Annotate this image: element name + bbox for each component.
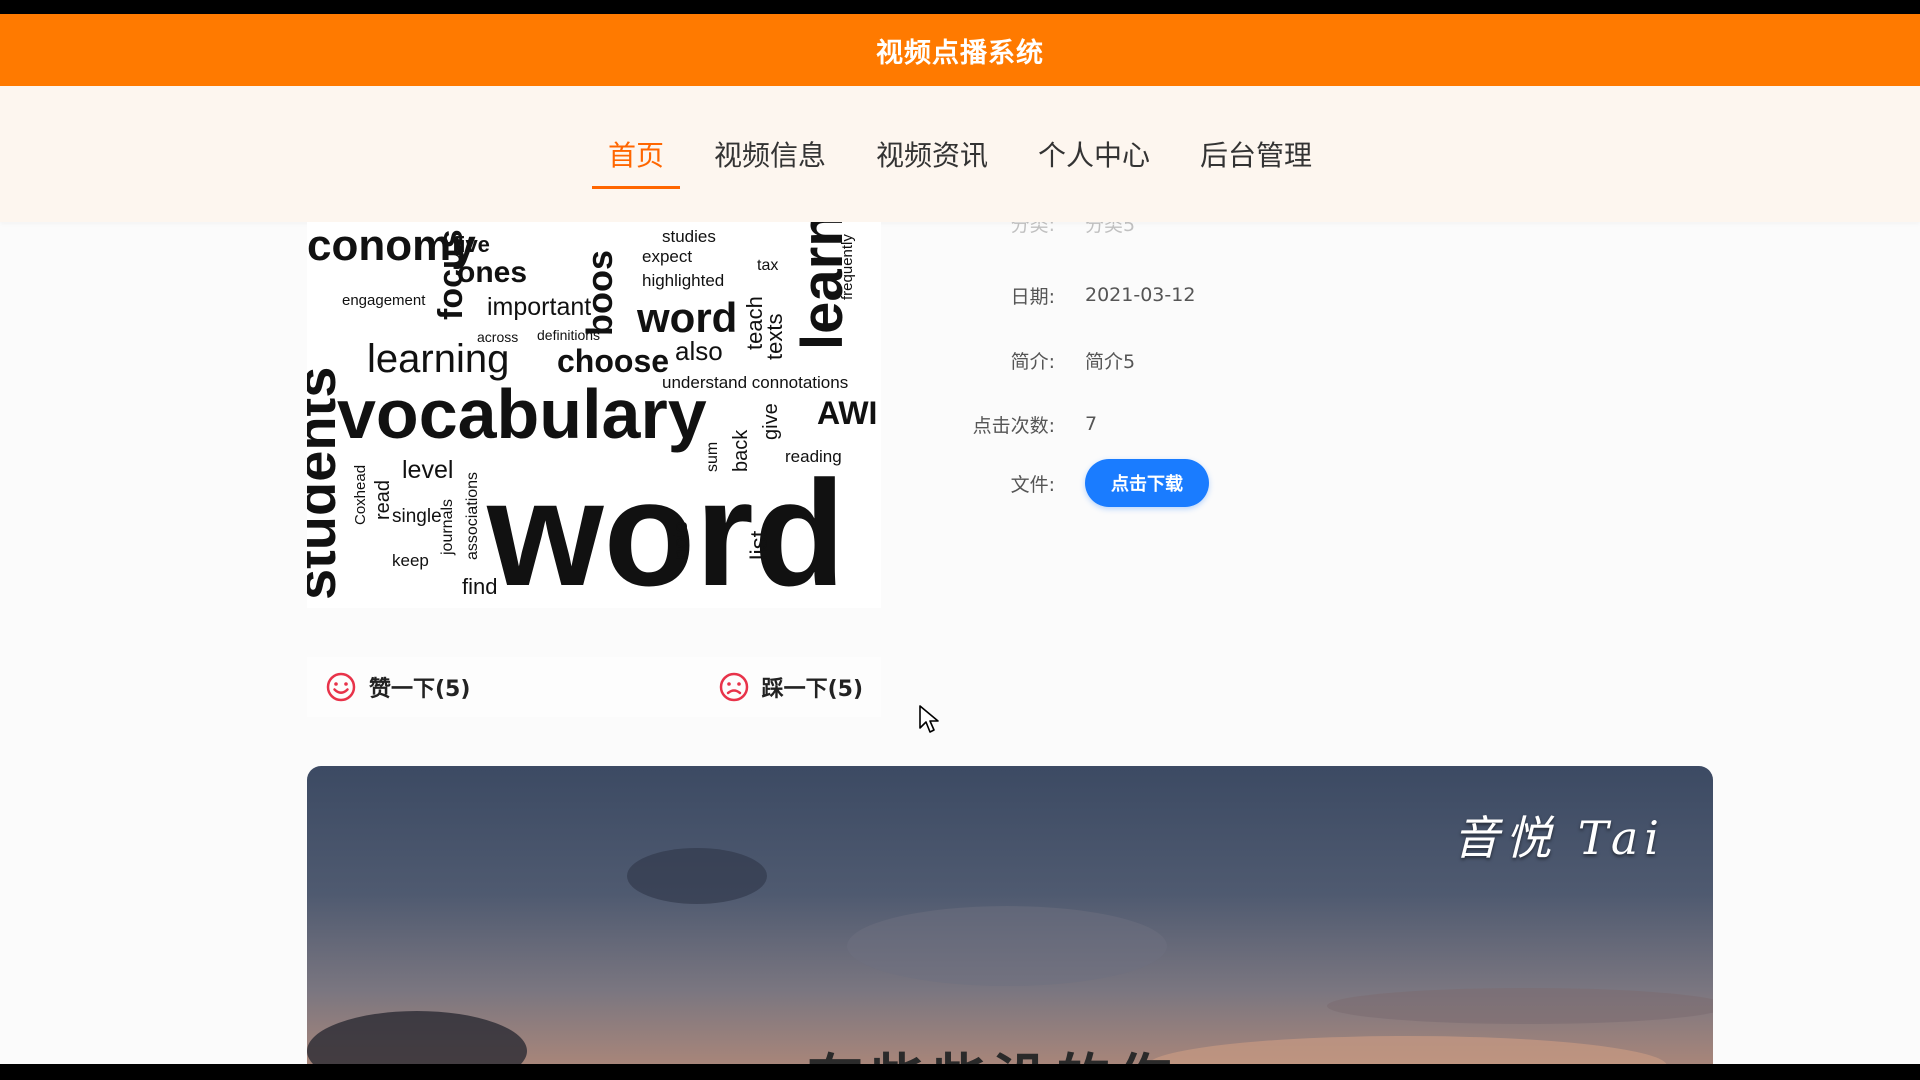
- svg-text:sum: sum: [704, 442, 721, 472]
- like-label: 赞一下(5): [369, 677, 471, 702]
- svg-text:vocabulary: vocabulary: [337, 375, 707, 453]
- category-row: 分类: 分类5: [940, 222, 1540, 238]
- file-row: 文件: 点击下载: [940, 458, 1540, 508]
- svg-text:studies: studies: [662, 227, 716, 246]
- dislike-label: 踩一下(5): [761, 677, 863, 702]
- browser-viewport: 视频点播系统 首页 视频信息 视频资讯 个人中心 后台管理 conomy fiv…: [0, 14, 1920, 1064]
- video-watermark: 音悦 Tai: [1453, 811, 1665, 865]
- svg-text:keep: keep: [392, 551, 429, 570]
- site-title: 视频点播系统: [876, 37, 1044, 69]
- svg-text:expect: expect: [642, 247, 692, 266]
- svg-text:journals: journals: [439, 499, 456, 556]
- mouse-cursor-icon: [919, 705, 939, 733]
- reaction-bar: 赞一下(5) 踩一下(5): [307, 657, 881, 717]
- svg-text:important: important: [487, 293, 591, 321]
- download-button[interactable]: 点击下载: [1085, 459, 1209, 507]
- svg-text:back: back: [730, 429, 752, 472]
- intro-value: 简介5: [1085, 350, 1136, 373]
- svg-text:associations: associations: [464, 472, 481, 560]
- svg-text:frequently: frequently: [839, 234, 856, 300]
- like-button[interactable]: 赞一下(5): [325, 671, 470, 703]
- file-label: 文件:: [1010, 473, 1055, 496]
- svg-text:read: read: [372, 480, 394, 520]
- nav-item-admin[interactable]: 后台管理: [1184, 120, 1328, 189]
- date-row: 日期: 2021-03-12: [940, 280, 1540, 310]
- video-subtitle: 有些些没的伤: [807, 1036, 1179, 1064]
- svg-text:Coxhead: Coxhead: [352, 465, 369, 525]
- svg-text:level: level: [402, 456, 453, 484]
- smile-icon: [326, 672, 356, 702]
- svg-text:list: list: [746, 530, 773, 560]
- svg-text:engagement: engagement: [342, 292, 426, 309]
- frown-icon: [719, 672, 748, 702]
- dislike-button[interactable]: 踩一下(5): [718, 671, 863, 703]
- nav-item-video-info[interactable]: 视频信息: [698, 120, 842, 189]
- clicks-row: 点击次数: 7: [940, 409, 1540, 439]
- category-value: 分类5: [1085, 222, 1136, 236]
- svg-text:students: students: [307, 367, 347, 600]
- svg-text:note: note: [670, 521, 692, 560]
- clicks-label: 点击次数:: [972, 414, 1055, 437]
- video-player[interactable]: 音悦 Tai 有些些没的伤: [307, 766, 1713, 1064]
- svg-text:word: word: [636, 294, 737, 341]
- date-value: 2021-03-12: [1085, 284, 1196, 306]
- nav-item-home[interactable]: 首页: [591, 120, 680, 189]
- svg-text:boos: boos: [579, 250, 620, 336]
- svg-text:give: give: [760, 403, 782, 440]
- main-nav: 首页 视频信息 视频资讯 个人中心 后台管理: [0, 86, 1920, 222]
- video-detail-panel: 分类: 分类5 日期: 2021-03-12 简介: 简介5 点击次数: 7 文…: [940, 222, 1540, 522]
- nav-item-personal-center[interactable]: 个人中心: [1022, 120, 1166, 189]
- svg-text:AWI: AWI: [817, 395, 877, 431]
- nav-item-video-news[interactable]: 视频资讯: [860, 120, 1004, 189]
- date-label: 日期:: [1010, 285, 1055, 308]
- svg-text:teach: teach: [742, 296, 767, 350]
- category-label: 分类:: [1010, 222, 1055, 236]
- svg-text:focus: focus: [432, 229, 470, 320]
- svg-text:choose: choose: [557, 343, 669, 379]
- word-cloud-image: conomy five ones studies expect highligh…: [307, 222, 881, 608]
- intro-label: 简介:: [1010, 350, 1055, 373]
- svg-text:highlighted: highlighted: [642, 271, 724, 290]
- top-banner: 视频点播系统: [0, 14, 1920, 86]
- svg-text:single: single: [392, 506, 442, 527]
- svg-text:tax: tax: [757, 257, 778, 274]
- svg-text:also: also: [675, 336, 723, 366]
- video-cover-image: conomy five ones studies expect highligh…: [307, 222, 881, 608]
- intro-row: 简介: 简介5: [940, 345, 1540, 375]
- svg-text:word: word: [486, 449, 845, 608]
- clicks-value: 7: [1085, 413, 1098, 435]
- main-content: conomy five ones studies expect highligh…: [0, 222, 1920, 1064]
